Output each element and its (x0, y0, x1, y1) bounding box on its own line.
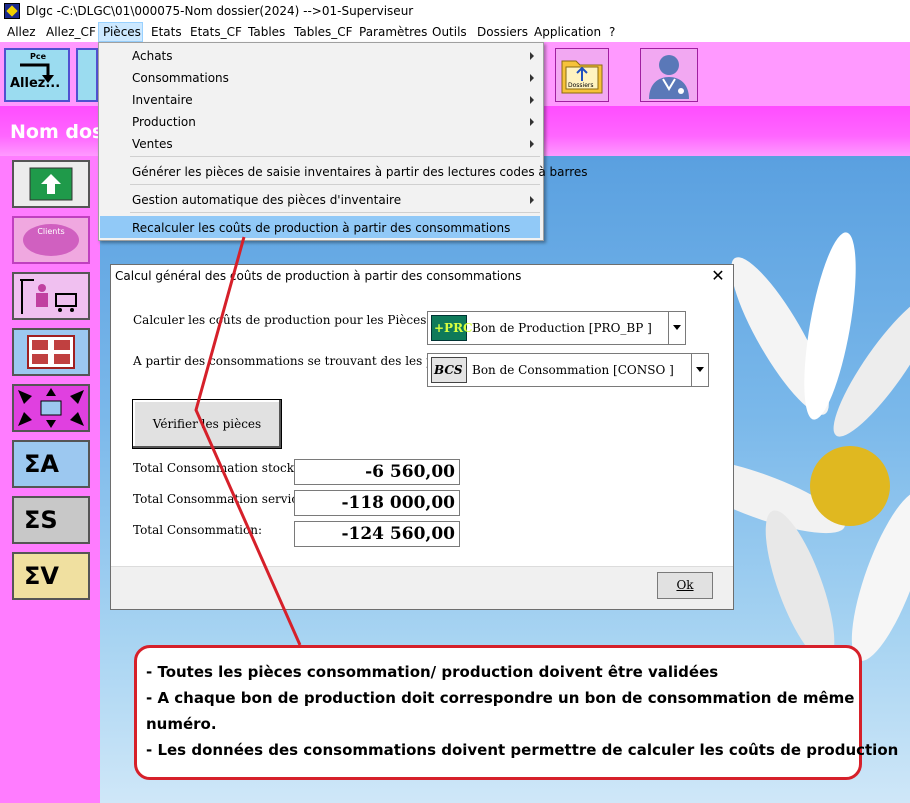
total-services-value: -118 000,00 (294, 490, 460, 516)
production-piece-value: Bon de Production [PRO_BP ] (472, 321, 652, 335)
allez-button-label: Allez... (10, 76, 61, 91)
label-calculer-pieces: Calculer les coûts de production pour le… (133, 313, 431, 327)
clients-label: Clients (37, 227, 64, 236)
side-button-sum-a[interactable]: ΣA (12, 440, 90, 488)
verify-pieces-label: Vérifier les pièces (152, 417, 262, 431)
consommation-piece-value: Bon de Consommation [CONSO ] (472, 363, 674, 377)
note-line: - Les données des consommations doivent … (146, 741, 899, 759)
side-button-grid[interactable] (12, 328, 90, 376)
side-button-sum-v[interactable]: ΣV (12, 552, 90, 600)
expand-arrows-icon (18, 388, 84, 428)
total-consommation-value: -124 560,00 (294, 521, 460, 547)
shop-cart-icon (20, 279, 77, 314)
submenu-arrow-icon (530, 74, 534, 82)
side-button-sum-s[interactable]: ΣS (12, 496, 90, 544)
side-button-expand[interactable] (12, 384, 90, 432)
menu-dossiers[interactable]: Dossiers (477, 25, 528, 39)
chevron-down-icon[interactable] (668, 312, 685, 344)
menu-item-recalculer-couts[interactable]: Recalculer les coûts de production à par… (100, 217, 542, 239)
bcs-icon: BCS (431, 357, 467, 383)
menu-tables-cf[interactable]: Tables_CF (294, 25, 353, 39)
menu-item-label: Achats (132, 49, 173, 63)
bcs-icon-text: BCS (434, 363, 463, 377)
menu-item-achats[interactable]: Achats (100, 45, 542, 67)
doctor-user-icon (649, 55, 689, 99)
label-consommations-pieces: A partir des consommations se trouvant d… (133, 354, 469, 368)
menu-application[interactable]: Application (534, 25, 601, 39)
menu-item-label: Ventes (132, 137, 173, 151)
prc-icon: +PRC (431, 315, 473, 341)
menu-item-label: Gestion automatique des pièces d'inventa… (132, 193, 402, 207)
submenu-arrow-icon (530, 52, 534, 60)
side-button-upload[interactable] (12, 160, 90, 208)
window-title: Dlgc -C:\DLGC\01\000075-Nom dossier(2024… (26, 4, 414, 18)
grid-icon (27, 335, 75, 369)
note-line: - Toutes les pièces consommation/ produc… (146, 663, 719, 681)
dossiers-button[interactable]: Dossiers (555, 48, 609, 102)
menu-item-gestion-inventaire[interactable]: Gestion automatique des pièces d'inventa… (100, 189, 542, 211)
dossiers-label: Dossiers (568, 82, 594, 89)
sum-v-icon: ΣV (24, 562, 59, 590)
menu-item-consommations[interactable]: Consommations (100, 67, 542, 89)
consommation-piece-select[interactable]: BCS Bon de Consommation [CONSO ] (427, 353, 709, 387)
note-line: numéro. (146, 715, 217, 733)
menu-item-label: Recalculer les coûts de production à par… (132, 221, 511, 235)
menu-allez[interactable]: Allez (7, 25, 36, 39)
menu-item-production[interactable]: Production (100, 111, 542, 133)
menu-help[interactable]: ? (609, 25, 615, 39)
chevron-down-icon[interactable] (691, 354, 708, 386)
menu-tables[interactable]: Tables (248, 25, 285, 39)
total-stocks-value: -6 560,00 (294, 459, 460, 485)
menu-separator (130, 156, 540, 157)
side-button-store[interactable] (12, 272, 90, 320)
menu-parametres[interactable]: Paramètres (359, 25, 427, 39)
user-button[interactable] (640, 48, 698, 102)
folder-icon (561, 60, 603, 94)
menu-outils[interactable]: Outils (432, 25, 467, 39)
total-services-label: Total Consommation services: (133, 492, 316, 506)
menu-allez-cf[interactable]: Allez_CF (46, 25, 96, 39)
sum-a-icon: ΣA (24, 450, 59, 478)
note-line: - A chaque bon de production doit corres… (146, 689, 855, 707)
toolbar-button-2[interactable] (76, 48, 98, 102)
menu-item-inventaire[interactable]: Inventaire (100, 89, 542, 111)
menu-separator (130, 184, 540, 185)
menu-item-label: Production (132, 115, 196, 129)
menu-separator (130, 212, 540, 213)
prc-icon-text: +PRC (434, 321, 473, 335)
side-button-clients[interactable]: Clients (12, 216, 90, 264)
menu-item-generer-inventaire[interactable]: Générer les pièces de saisie inventaires… (100, 161, 588, 183)
menu-item-label: Consommations (132, 71, 229, 85)
menu-item-label: Générer les pièces de saisie inventaires… (132, 165, 588, 179)
clients-icon: Clients (23, 224, 79, 256)
sum-s-icon: ΣS (24, 506, 58, 534)
menu-item-label: Inventaire (132, 93, 193, 107)
app-icon (4, 3, 20, 19)
allez-pce-label: Pce (30, 52, 47, 61)
submenu-arrow-icon (530, 140, 534, 148)
close-icon[interactable]: ✕ (708, 266, 728, 286)
menu-etats-cf[interactable]: Etats_CF (190, 25, 242, 39)
dialog-title: Calcul général des coûts de production à… (115, 269, 522, 283)
submenu-arrow-icon (530, 96, 534, 104)
ok-button-label: Ok (676, 578, 694, 592)
total-stocks-label: Total Consommation stocks: (133, 461, 305, 475)
menu-item-ventes[interactable]: Ventes (100, 133, 542, 155)
menu-etats[interactable]: Etats (151, 25, 182, 39)
submenu-arrow-icon (530, 196, 534, 204)
submenu-arrow-icon (530, 118, 534, 126)
menu-pieces[interactable]: Pièces (103, 25, 141, 39)
production-piece-select[interactable]: +PRC Bon de Production [PRO_BP ] (427, 311, 686, 345)
page-title: Nom dos (10, 121, 104, 143)
upload-arrow-icon (29, 167, 73, 201)
total-consommation-label: Total Consommation: (133, 523, 263, 537)
